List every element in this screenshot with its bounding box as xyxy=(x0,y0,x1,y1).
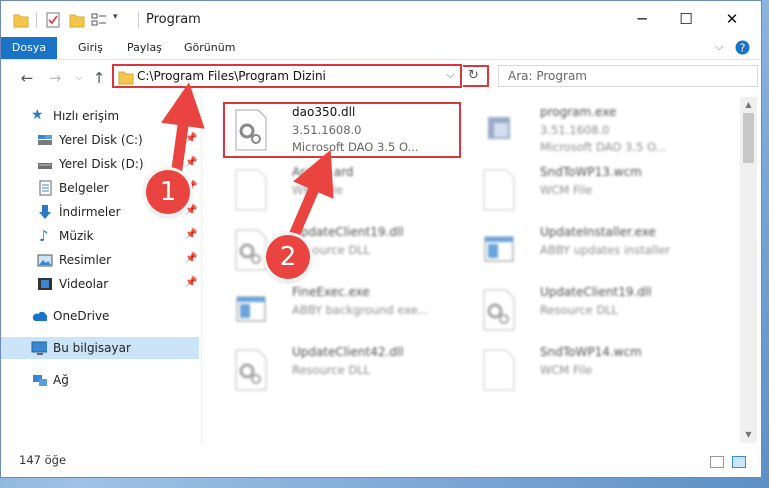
annotation-arrows xyxy=(161,82,334,246)
annotation-badge-2: 2 xyxy=(266,235,310,279)
arrow-1 xyxy=(161,82,205,182)
arrow-2 xyxy=(286,149,334,246)
annotation-badge-1: 1 xyxy=(146,170,190,214)
